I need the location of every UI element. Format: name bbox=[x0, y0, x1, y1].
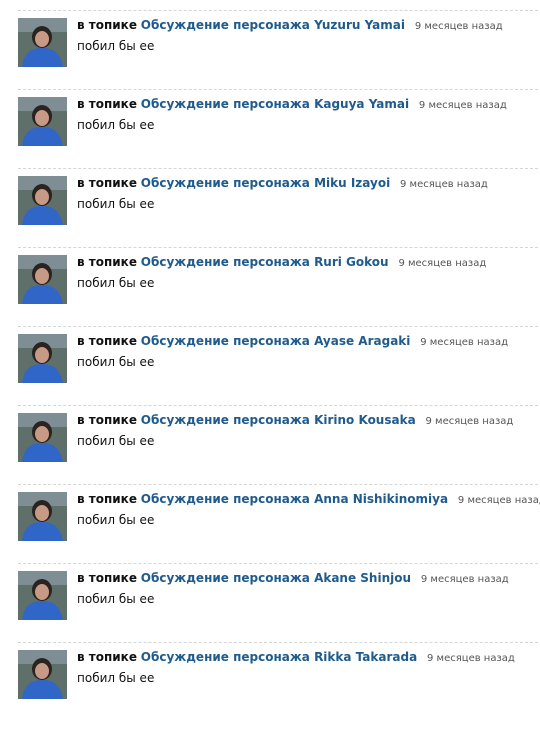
divider bbox=[18, 247, 538, 248]
avatar[interactable] bbox=[18, 18, 67, 67]
avatar[interactable] bbox=[18, 334, 67, 383]
topic-prefix: в топике bbox=[77, 255, 137, 269]
comment-item: в топике Обсуждение персонажа Ayase Arag… bbox=[18, 326, 538, 413]
topic-prefix: в топике bbox=[77, 18, 137, 32]
topic-link[interactable]: Обсуждение персонажа Kirino Kousaka bbox=[141, 413, 416, 427]
comment-text: побил бы ее bbox=[77, 197, 155, 211]
comment-meta: в топике Обсуждение персонажа Rikka Taka… bbox=[77, 650, 515, 666]
timestamp: 9 месяцев назад bbox=[420, 337, 509, 348]
comment-item: в топике Обсуждение персонажа Miku Izayo… bbox=[18, 168, 538, 255]
divider bbox=[18, 168, 538, 169]
timestamp: 9 месяцев назад bbox=[425, 416, 514, 427]
comment-text: побил бы ее bbox=[77, 671, 155, 685]
comment-meta: в топике Обсуждение персонажа Ruri Gokou… bbox=[77, 255, 486, 271]
timestamp: 9 месяцев назад bbox=[418, 100, 507, 111]
divider bbox=[18, 484, 538, 485]
divider bbox=[18, 405, 538, 406]
timestamp: 9 месяцев назад bbox=[427, 653, 515, 664]
topic-prefix: в топике bbox=[77, 571, 137, 585]
comment-meta: в топике Обсуждение персонажа Kirino Kou… bbox=[77, 413, 513, 429]
comment-item: в топике Обсуждение персонажа Akane Shin… bbox=[18, 563, 538, 650]
comment-item: в топике Обсуждение персонажа Kirino Kou… bbox=[18, 405, 538, 492]
comment-item: в топике Обсуждение персонажа Kaguya Yam… bbox=[18, 89, 538, 176]
comment-item: в топике Обсуждение персонажа Rikka Taka… bbox=[18, 642, 538, 729]
comment-meta: в топике Обсуждение персонажа Miku Izayo… bbox=[77, 176, 488, 192]
topic-link[interactable]: Обсуждение персонажа Yuzuru Yamai bbox=[141, 18, 405, 32]
comment-item: в топике Обсуждение персонажа Anna Nishi… bbox=[18, 484, 540, 571]
timestamp: 9 месяцев назад bbox=[457, 495, 540, 506]
divider bbox=[18, 642, 538, 643]
comment-meta: в топике Обсуждение персонажа Yuzuru Yam… bbox=[77, 18, 503, 34]
avatar[interactable] bbox=[18, 650, 67, 699]
topic-prefix: в топике bbox=[77, 413, 137, 427]
topic-prefix: в топике bbox=[77, 650, 137, 664]
timestamp: 9 месяцев назад bbox=[400, 179, 488, 190]
comment-text: побил бы ее bbox=[77, 434, 155, 448]
comment-item: в топике Обсуждение персонажа Yuzuru Yam… bbox=[18, 10, 538, 97]
comment-text: побил бы ее bbox=[77, 592, 155, 606]
topic-link[interactable]: Обсуждение персонажа Ayase Aragaki bbox=[141, 334, 411, 348]
topic-link[interactable]: Обсуждение персонажа Ruri Gokou bbox=[141, 255, 389, 269]
comment-meta: в топике Обсуждение персонажа Kaguya Yam… bbox=[77, 97, 507, 113]
timestamp: 9 месяцев назад bbox=[398, 258, 487, 269]
topic-link[interactable]: Обсуждение персонажа Kaguya Yamai bbox=[141, 97, 409, 111]
divider bbox=[18, 563, 538, 564]
topic-link[interactable]: Обсуждение персонажа Akane Shinjou bbox=[141, 571, 411, 585]
topic-link[interactable]: Обсуждение персонажа Anna Nishikinomiya bbox=[141, 492, 448, 506]
comment-text: побил бы ее bbox=[77, 513, 155, 527]
comment-text: побил бы ее bbox=[77, 39, 155, 53]
topic-prefix: в топике bbox=[77, 97, 137, 111]
divider bbox=[18, 326, 538, 327]
avatar[interactable] bbox=[18, 492, 67, 541]
avatar[interactable] bbox=[18, 97, 67, 146]
comment-text: побил бы ее bbox=[77, 276, 155, 290]
comment-text: побил бы ее bbox=[77, 118, 155, 132]
topic-link[interactable]: Обсуждение персонажа Miku Izayoi bbox=[141, 176, 390, 190]
topic-prefix: в топике bbox=[77, 492, 137, 506]
divider bbox=[18, 10, 538, 11]
avatar[interactable] bbox=[18, 571, 67, 620]
comment-text: побил бы ее bbox=[77, 355, 155, 369]
topic-prefix: в топике bbox=[77, 176, 137, 190]
comment-meta: в топике Обсуждение персонажа Anna Nishi… bbox=[77, 492, 540, 508]
comment-item: в топике Обсуждение персонажа Ruri Gokou… bbox=[18, 247, 538, 334]
timestamp: 9 месяцев назад bbox=[414, 21, 503, 32]
comment-meta: в топике Обсуждение персонажа Akane Shin… bbox=[77, 571, 509, 587]
topic-prefix: в топике bbox=[77, 334, 137, 348]
avatar[interactable] bbox=[18, 413, 67, 462]
avatar[interactable] bbox=[18, 176, 67, 225]
avatar[interactable] bbox=[18, 255, 67, 304]
timestamp: 9 месяцев назад bbox=[420, 574, 509, 585]
divider bbox=[18, 89, 538, 90]
comment-meta: в топике Обсуждение персонажа Ayase Arag… bbox=[77, 334, 508, 350]
topic-link[interactable]: Обсуждение персонажа Rikka Takarada bbox=[141, 650, 417, 664]
